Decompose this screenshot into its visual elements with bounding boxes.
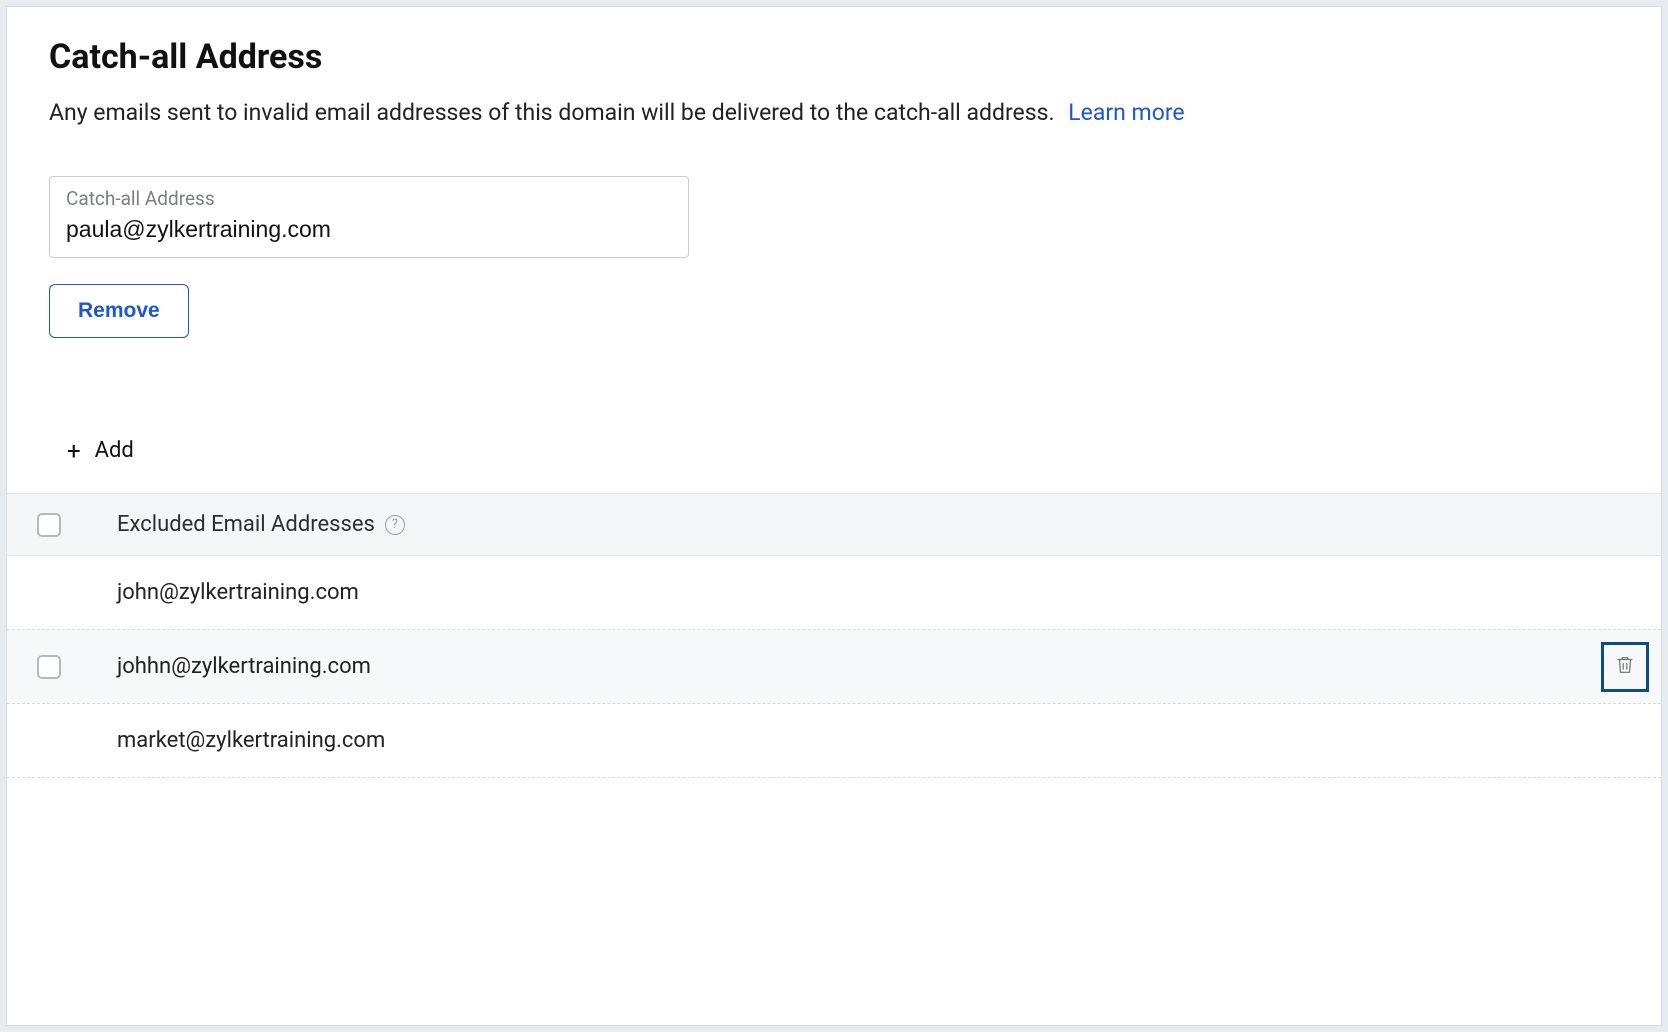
trash-icon xyxy=(1614,653,1636,681)
table-row[interactable]: market@zylkertraining.com xyxy=(7,704,1661,778)
add-button[interactable]: + Add xyxy=(7,348,1661,493)
learn-more-link[interactable]: Learn more xyxy=(1068,99,1184,126)
help-icon[interactable]: ? xyxy=(385,515,405,535)
catchall-address-field[interactable]: Catch-all Address xyxy=(49,176,689,258)
row-checkbox[interactable] xyxy=(37,655,61,679)
select-all-checkbox[interactable] xyxy=(37,513,61,537)
catchall-panel: Catch-all Address Any emails sent to inv… xyxy=(6,6,1662,1026)
catchall-input[interactable] xyxy=(66,216,672,243)
page-subtitle-row: Any emails sent to invalid email address… xyxy=(49,99,1619,126)
excluded-header-text: Excluded Email Addresses xyxy=(117,512,375,537)
remove-button[interactable]: Remove xyxy=(49,284,189,338)
plus-icon: + xyxy=(67,439,81,463)
excluded-email: john@zylkertraining.com xyxy=(117,580,359,605)
excluded-table-header: Excluded Email Addresses ? xyxy=(7,493,1661,556)
add-label: Add xyxy=(95,438,134,463)
page-title: Catch-all Address xyxy=(49,37,1619,77)
excluded-header-label: Excluded Email Addresses ? xyxy=(117,512,405,537)
table-row[interactable]: johhn@zylkertraining.com xyxy=(7,630,1661,704)
catchall-field-label: Catch-all Address xyxy=(66,187,672,210)
delete-row-button[interactable] xyxy=(1601,642,1649,692)
excluded-email: johhn@zylkertraining.com xyxy=(117,654,371,679)
excluded-table: Excluded Email Addresses ? john@zylkertr… xyxy=(7,493,1661,778)
table-row[interactable]: john@zylkertraining.com xyxy=(7,556,1661,630)
excluded-email: market@zylkertraining.com xyxy=(117,728,385,753)
page-subtitle: Any emails sent to invalid email address… xyxy=(49,99,1055,126)
